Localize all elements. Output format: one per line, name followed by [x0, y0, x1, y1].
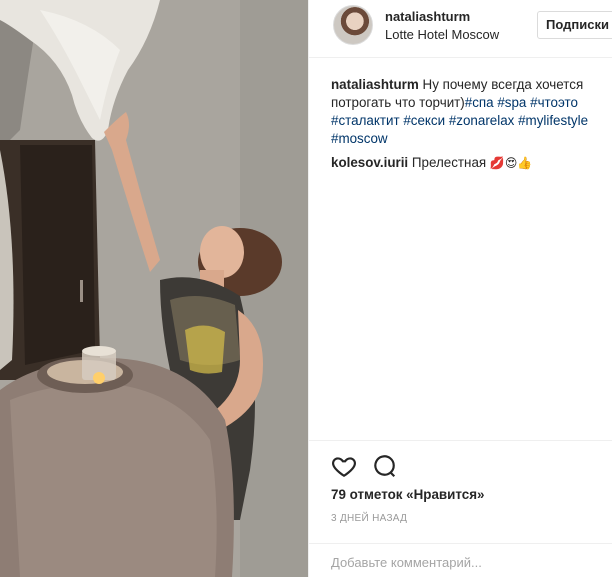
speech-bubble-icon[interactable] [371, 453, 399, 481]
post-header: nataliashturm Lotte Hotel Moscow Подписк… [309, 0, 612, 58]
door-frame [20, 145, 95, 365]
post-photo[interactable] [0, 0, 308, 577]
following-button[interactable]: Подписки [537, 11, 612, 39]
comment-emoji: 💋😍👍 [489, 156, 533, 170]
post-caption: nataliashturm Ну почему всегда хочется п… [331, 76, 603, 148]
post-location[interactable]: Lotte Hotel Moscow [385, 27, 499, 42]
hashtag[interactable]: #spa [497, 95, 526, 110]
hashtag[interactable]: #спа [465, 95, 494, 110]
post-timestamp[interactable]: 3 ДНЕЙ НАЗАД [331, 513, 407, 524]
likes-count[interactable]: 79 отметок «Нравится» [331, 487, 484, 502]
heart-outline-icon[interactable] [331, 453, 359, 481]
avatar[interactable] [333, 5, 373, 45]
post-side-panel: nataliashturm Lotte Hotel Moscow Подписк… [308, 0, 612, 577]
add-comment-section [309, 543, 612, 577]
hashtag[interactable]: #moscow [331, 131, 388, 146]
hashtag[interactable]: #zonarelax [449, 113, 515, 128]
hashtag[interactable]: #сталактит [331, 113, 400, 128]
comment-username[interactable]: kolesov.iurii [331, 155, 408, 170]
hashtag[interactable]: #секси [403, 113, 445, 128]
hashtag[interactable]: #mylifestyle [518, 113, 588, 128]
door-handle [80, 280, 83, 302]
comments-list: nataliashturm Ну почему всегда хочется п… [331, 76, 603, 172]
caption-username[interactable]: nataliashturm [331, 77, 419, 92]
comment-item: kolesov.iurii Прелестная 💋😍👍 [331, 154, 603, 172]
post-username[interactable]: nataliashturm [385, 9, 470, 24]
hashtag[interactable]: #чтоэто [530, 95, 578, 110]
post-actions: 79 отметок «Нравится» 3 ДНЕЙ НАЗАД [309, 440, 612, 577]
comment-input[interactable] [331, 552, 601, 572]
comment-text: Прелестная [411, 155, 487, 170]
candle-flame [93, 372, 105, 384]
